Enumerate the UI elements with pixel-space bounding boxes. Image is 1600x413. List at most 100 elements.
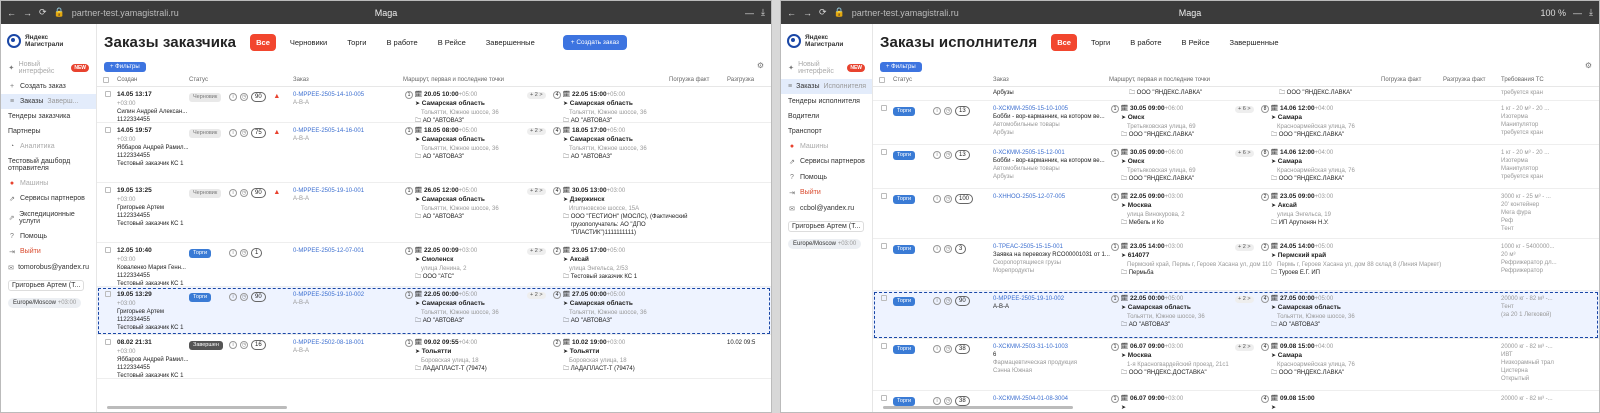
row-checkbox[interactable] bbox=[881, 193, 887, 199]
sidebar-item-partner-services[interactable]: ⇗ Сервисы партнеров bbox=[781, 154, 872, 170]
order-link[interactable]: 0-ХСКММ-2504-01-08-3004 bbox=[993, 396, 1068, 402]
back-icon[interactable]: ← bbox=[787, 8, 796, 18]
info-icon[interactable]: i bbox=[933, 397, 941, 405]
order-link[interactable]: 0-МРРЕЕ-2505-14-16-001 bbox=[293, 128, 364, 134]
table-row[interactable]: 19.05 13:25 +03:00 Григорьев Артем 11223… bbox=[97, 183, 771, 243]
tab-completed[interactable]: Завершенные bbox=[1224, 34, 1285, 51]
more-points-pill[interactable]: + 2 > bbox=[1235, 296, 1254, 304]
more-points-pill[interactable]: + 2 > bbox=[1235, 344, 1254, 352]
more-points-pill[interactable]: + 6 > bbox=[1235, 150, 1254, 158]
info-icon[interactable]: i bbox=[229, 189, 237, 197]
row-checkbox[interactable] bbox=[881, 105, 887, 111]
address-bar[interactable]: partner-test.yamagistrali.ru bbox=[72, 8, 179, 18]
sidebar-item-orders[interactable]: ≡ Заказы Заверш... bbox=[1, 93, 96, 109]
info-icon[interactable]: i bbox=[229, 93, 237, 101]
sidebar-item-tenders[interactable]: Тендеры заказчика bbox=[1, 109, 96, 124]
reload-icon[interactable]: ⟳ bbox=[39, 7, 47, 18]
table-row[interactable]: Торги i ◷ 13 0-ХСКММ-2505-15-12-001 Бобби … bbox=[873, 145, 1599, 189]
gear-icon[interactable]: ⚙ bbox=[757, 61, 764, 70]
info-icon[interactable]: i bbox=[933, 195, 941, 203]
order-link[interactable]: 0-ХННОО-2505-12-07-005 bbox=[993, 194, 1065, 200]
info-icon[interactable]: i bbox=[933, 297, 941, 305]
order-link[interactable]: 0-ХСКММ-2505-15-10-1005 bbox=[993, 106, 1068, 112]
info-icon[interactable]: i bbox=[933, 345, 941, 353]
info-icon[interactable]: i bbox=[933, 151, 941, 159]
download-icon[interactable]: ⤓ bbox=[1589, 7, 1593, 18]
table-row[interactable]: 14.05 13:17 +03:00 Силин Андрей Алексан.… bbox=[97, 87, 771, 123]
table-row[interactable]: 12.05 10:40 +03:00 Коваленко Мария Генн.… bbox=[97, 243, 771, 287]
info-icon[interactable]: i bbox=[933, 245, 941, 253]
more-points-pill[interactable]: + 2 > bbox=[527, 128, 546, 136]
info-icon[interactable]: i bbox=[229, 129, 237, 137]
sidebar-item-maps[interactable]: ● Машины bbox=[1, 176, 96, 191]
sidebar-item-analytics[interactable]: ◔ Аналитика bbox=[1, 139, 96, 154]
order-link[interactable]: 0-МРРЕЕ-2505-19-10-002 bbox=[293, 292, 364, 298]
sidebar-item-partners[interactable]: Партнеры bbox=[1, 124, 96, 139]
select-all-checkbox[interactable] bbox=[103, 77, 109, 83]
table-row[interactable]: 19.05 13:29 +03:00 Григорьев Артем 11223… bbox=[97, 287, 771, 335]
tab-completed[interactable]: Завершенные bbox=[480, 34, 541, 51]
user-select[interactable]: Григорьев Артем (Т... bbox=[1, 276, 96, 295]
more-points-pill[interactable]: + 2 > bbox=[1235, 244, 1254, 252]
sidebar-item-new-interface[interactable]: ✦ Новый интерфейс NEW bbox=[781, 57, 872, 79]
more-points-pill[interactable]: + 2 > bbox=[527, 292, 546, 300]
tab-in-progress[interactable]: В работе bbox=[380, 34, 423, 51]
back-icon[interactable]: ← bbox=[7, 8, 16, 18]
row-checkbox[interactable] bbox=[105, 291, 111, 297]
tab-in-trip[interactable]: В Рейсе bbox=[432, 34, 472, 51]
order-link[interactable]: 0-ХСКММ-2505-15-12-001 bbox=[993, 150, 1065, 156]
sidebar-item-orders[interactable]: ≡ Заказы Исполнителя bbox=[781, 78, 872, 94]
table-row[interactable]: Торги i ◷ 13 0-ХСКММ-2505-15-10-1005 Бобби… bbox=[873, 101, 1599, 145]
minimize-icon[interactable]: — bbox=[745, 8, 754, 18]
sidebar-item-logout[interactable]: ⇥ Выйти bbox=[781, 185, 872, 201]
row-checkbox[interactable] bbox=[881, 343, 887, 349]
more-points-pill[interactable]: + 6 > bbox=[1235, 106, 1254, 114]
more-points-pill[interactable]: + 2 > bbox=[527, 188, 546, 196]
address-bar[interactable]: partner-test.yamagistrali.ru bbox=[852, 8, 959, 18]
row-checkbox[interactable] bbox=[881, 395, 887, 401]
table-row[interactable]: 14.05 19:57 +03:00 Яббаров Андрей Рамил.… bbox=[97, 123, 771, 183]
info-icon[interactable]: i bbox=[229, 249, 237, 257]
order-link[interactable]: 0-МРРЕЕ-2505-12-07-001 bbox=[293, 248, 364, 254]
row-checkbox[interactable] bbox=[105, 91, 111, 97]
filters-button[interactable]: + Фильтры bbox=[104, 62, 146, 72]
logo[interactable]: Яндекс Магистрали bbox=[1, 24, 96, 57]
sidebar-item-help[interactable]: ? Помощь bbox=[781, 170, 872, 185]
order-link[interactable]: 0-МРРЕЕ-2505-14-10-005 bbox=[293, 92, 364, 98]
info-icon[interactable]: i bbox=[229, 341, 237, 349]
tab-bidding[interactable]: Торги bbox=[1085, 34, 1116, 51]
sidebar-item-logout[interactable]: ⇥ Выйти bbox=[1, 244, 96, 260]
table-row[interactable]: Торги i ◷ 38 0-ХСКММ-2504-01-08-3004 1 🗓 0… bbox=[873, 391, 1599, 412]
sidebar-item-expedition[interactable]: ⇗ Экспедиционные услуги bbox=[1, 207, 96, 229]
row-checkbox[interactable] bbox=[105, 339, 111, 345]
table-row[interactable]: Торги i ◷ 38 0-ХСКММ-2503-31-10-1003 6 Фар… bbox=[873, 339, 1599, 391]
sidebar-item-create-order[interactable]: + Создать заказ bbox=[1, 79, 96, 94]
row-checkbox[interactable] bbox=[105, 187, 111, 193]
order-link[interactable]: 0-ТРЕАС-2505-15-15-001 bbox=[993, 244, 1063, 250]
tab-all[interactable]: Все bbox=[250, 33, 276, 51]
sidebar-item-new-interface[interactable]: ✦ Новый интерфейс NEW bbox=[1, 57, 96, 79]
more-points-pill[interactable]: + 2 > bbox=[527, 248, 546, 256]
create-order-button[interactable]: + Создать заказ bbox=[562, 34, 627, 50]
tab-in-trip[interactable]: В Рейсе bbox=[1176, 34, 1216, 51]
more-points-pill[interactable]: + 2 > bbox=[527, 92, 546, 100]
table-row[interactable]: 08.02 21:31 +03:00 Яббаров Андрей Рамил.… bbox=[97, 335, 771, 379]
order-link[interactable]: 0-МРРЕЕ-2505-19-10-002 bbox=[993, 296, 1064, 302]
table-row[interactable]: Торги i ◷ 3 0-ТРЕАС-2505-15-15-001 Заявка … bbox=[873, 239, 1599, 291]
row-checkbox[interactable] bbox=[881, 149, 887, 155]
gear-icon[interactable]: ⚙ bbox=[1585, 61, 1592, 70]
sidebar-item-dashboard[interactable]: Тестовый дашборд отправителя bbox=[1, 154, 96, 176]
minimize-icon[interactable]: — bbox=[1573, 8, 1582, 18]
tab-drafts[interactable]: Черновики bbox=[284, 34, 333, 51]
sidebar-email[interactable]: ✉ ccbol@yandex.ru bbox=[781, 201, 872, 217]
info-icon[interactable]: i bbox=[229, 293, 237, 301]
logo[interactable]: Яндекс Магистрали bbox=[781, 24, 872, 57]
download-icon[interactable]: ⤓ bbox=[761, 7, 765, 18]
order-link[interactable]: 0-МРРЕЕ-2505-19-10-001 bbox=[293, 188, 364, 194]
sidebar-email[interactable]: ✉ tomorobus@yandex.ru bbox=[1, 260, 96, 276]
sidebar-item-transport[interactable]: Транспорт bbox=[781, 124, 872, 139]
row-checkbox[interactable] bbox=[105, 127, 111, 133]
row-checkbox[interactable] bbox=[881, 243, 887, 249]
tab-bidding[interactable]: Торги bbox=[341, 34, 372, 51]
select-all-checkbox[interactable] bbox=[879, 77, 885, 83]
